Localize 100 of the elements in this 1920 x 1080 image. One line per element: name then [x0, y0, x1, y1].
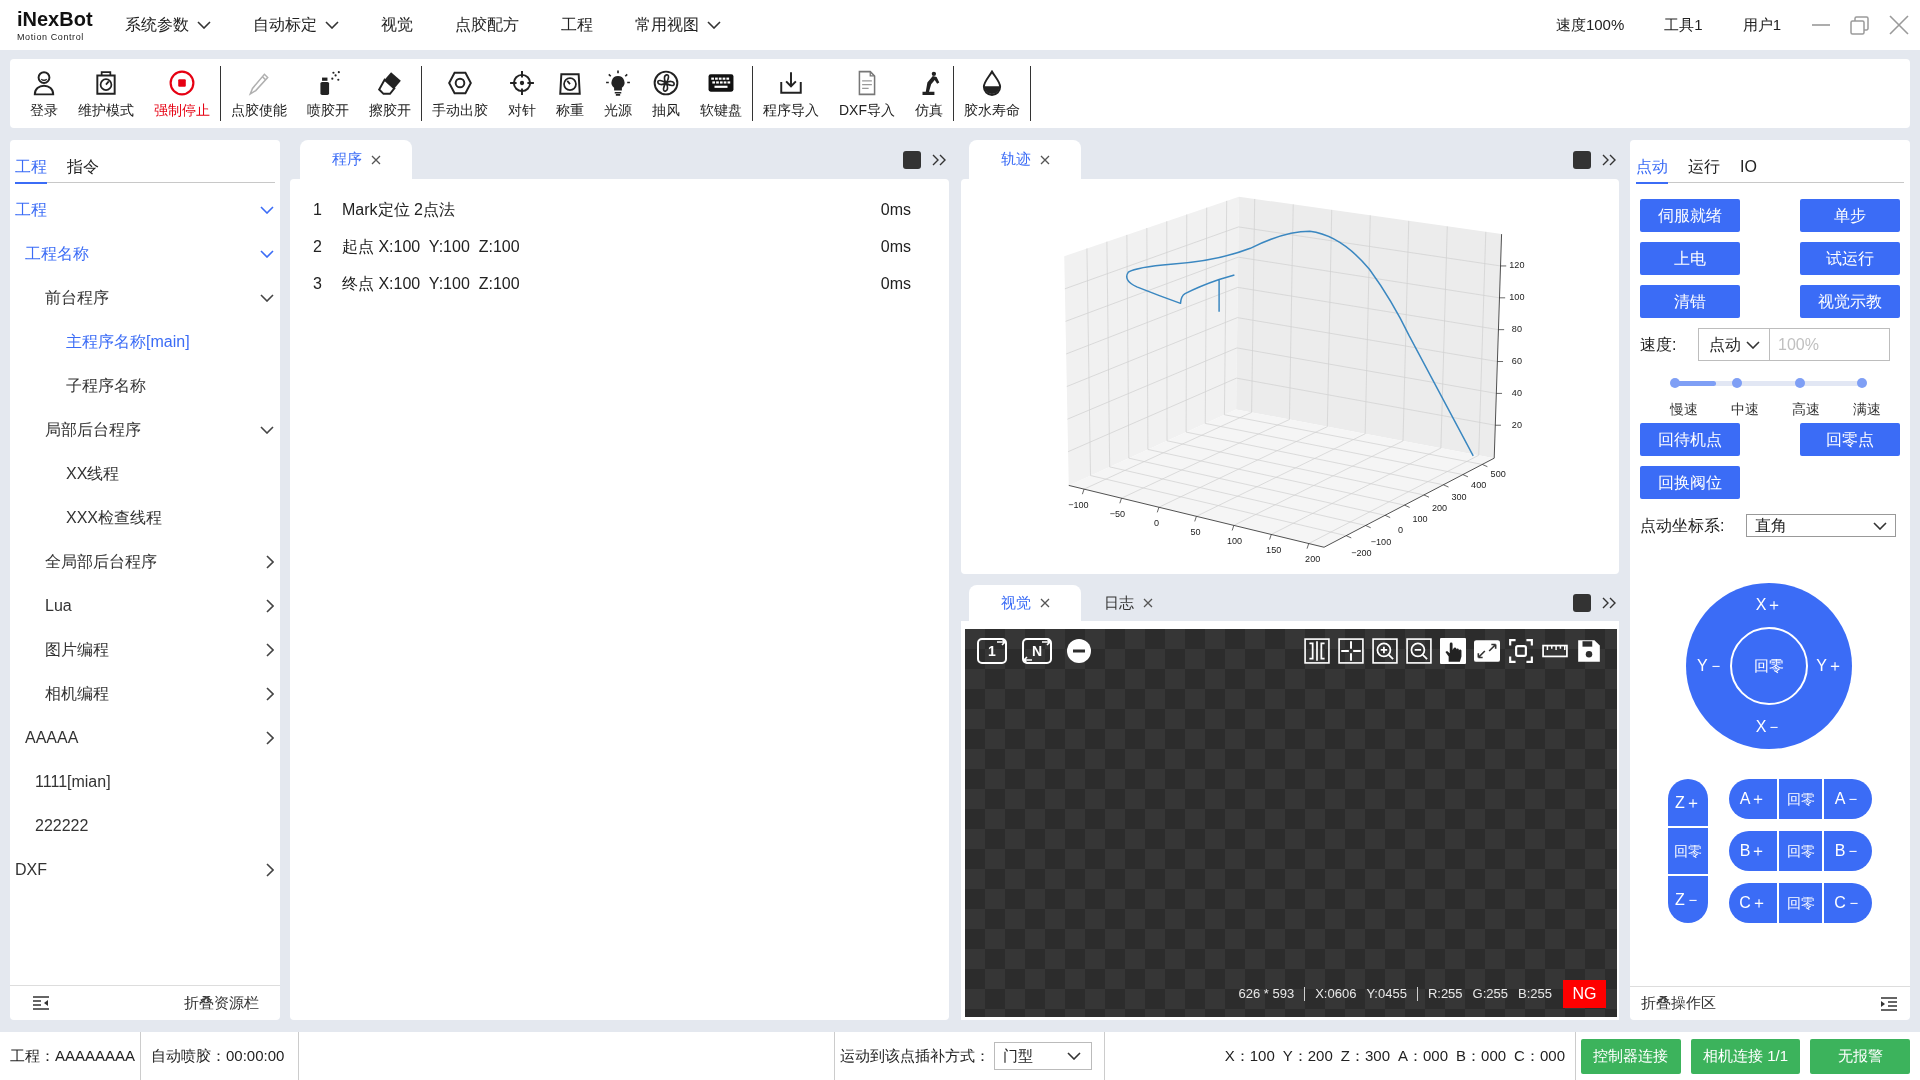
axis-home-button[interactable]: 回零 — [1779, 883, 1822, 923]
chevron-down-icon[interactable] — [260, 206, 274, 214]
column-split-icon[interactable] — [1304, 638, 1330, 664]
axis-jog-button[interactable]: A－ — [1824, 779, 1872, 819]
action-button[interactable]: 试运行 — [1800, 242, 1900, 275]
tab[interactable]: 视觉 — [969, 585, 1081, 621]
tree-item[interactable]: 前台程序 — [10, 276, 280, 320]
interpolation-dropdown[interactable]: 门型 — [994, 1042, 1092, 1070]
toolbar-button[interactable]: 对针 — [498, 59, 546, 128]
toolbar-button[interactable]: 登录 — [20, 59, 68, 128]
tab[interactable]: 工程 — [15, 152, 47, 184]
collapse-button[interactable]: 折叠资源栏 — [184, 991, 259, 1015]
tree-item[interactable]: XX线程 — [10, 452, 280, 496]
toolbar-button[interactable]: 强制停止 — [144, 59, 220, 128]
action-button[interactable]: 单步 — [1800, 199, 1900, 232]
chevron-right-icon[interactable] — [266, 863, 274, 877]
toolbar-button[interactable]: 手动出胶 — [422, 59, 498, 128]
square-icon[interactable] — [903, 150, 921, 169]
tree-item[interactable]: DXF — [10, 848, 280, 892]
hand-icon[interactable] — [1440, 638, 1466, 664]
coordinate-system-dropdown[interactable]: 直角 — [1746, 514, 1896, 537]
chevron-right-icon[interactable] — [266, 643, 274, 657]
tree-item[interactable]: 工程名称 — [10, 232, 280, 276]
jog-button[interactable]: Y－ — [1694, 656, 1727, 676]
toolbar-button[interactable]: 点胶使能 — [221, 59, 297, 128]
toolbar-button[interactable]: 维护模式 — [68, 59, 144, 128]
close-icon[interactable] — [370, 154, 381, 165]
tree-item[interactable]: 子程序名称 — [10, 364, 280, 408]
tree-item[interactable]: XXX检查线程 — [10, 496, 280, 540]
close-icon[interactable] — [1039, 154, 1050, 165]
save-icon[interactable] — [1576, 638, 1602, 664]
toolbar-button[interactable]: 软键盘 — [690, 59, 752, 128]
tree-item[interactable]: 主程序名称[main] — [10, 320, 280, 364]
home-button[interactable]: 回零 — [1730, 627, 1808, 705]
expand-icon[interactable] — [1474, 638, 1500, 664]
tab[interactable]: 程序 — [300, 140, 412, 179]
action-button[interactable]: 伺服就绪 — [1640, 199, 1740, 232]
tab[interactable]: 轨迹 — [969, 140, 1081, 179]
toolbar-button[interactable]: 光源 — [594, 59, 642, 128]
tab[interactable]: 点动 — [1636, 152, 1668, 184]
minus-circle-icon[interactable] — [1067, 639, 1091, 663]
chevron-down-icon[interactable] — [260, 250, 274, 258]
double-chevron-icon[interactable] — [1602, 153, 1616, 166]
close-icon[interactable] — [1039, 598, 1050, 608]
menu-fold-icon[interactable] — [32, 996, 50, 1010]
menu-item[interactable]: 常用视图 — [625, 8, 731, 42]
axis-jog-button[interactable]: C－ — [1824, 883, 1872, 923]
zoom-out-icon[interactable] — [1406, 638, 1432, 664]
tree-item[interactable]: AAAAA — [10, 716, 280, 760]
axis-jog-button[interactable]: Z－ — [1668, 876, 1708, 923]
tab[interactable]: 运行 — [1688, 152, 1720, 184]
tree-item[interactable]: 相机编程 — [10, 672, 280, 716]
axis-home-button[interactable]: 回零 — [1668, 828, 1708, 874]
speed-input[interactable]: 100% — [1770, 328, 1890, 361]
axis-home-button[interactable]: 回零 — [1779, 779, 1822, 819]
tree-item[interactable]: 全局部后台程序 — [10, 540, 280, 584]
axis-jog-button[interactable]: C＋ — [1729, 883, 1777, 923]
jog-button[interactable]: X－ — [1752, 717, 1786, 737]
jog-button[interactable]: X＋ — [1752, 595, 1786, 615]
action-button[interactable]: 上电 — [1640, 242, 1740, 275]
tab[interactable]: IO — [1740, 152, 1757, 184]
capture-button[interactable]: 1 — [977, 638, 1007, 664]
chevron-right-icon[interactable] — [266, 687, 274, 701]
action-button[interactable]: 视觉示教 — [1800, 285, 1900, 318]
double-chevron-icon[interactable] — [1602, 597, 1616, 609]
capture-button[interactable]: N — [1022, 638, 1052, 664]
action-button[interactable]: 回待机点 — [1640, 423, 1740, 456]
toolbar-button[interactable]: 仿真 — [905, 59, 953, 128]
tree-item[interactable]: 工程 — [10, 188, 280, 232]
chevron-right-icon[interactable] — [266, 555, 274, 569]
action-button[interactable]: 回换阀位 — [1640, 466, 1740, 499]
menu-item[interactable]: 自动标定 — [243, 8, 349, 42]
restore-icon[interactable] — [1850, 15, 1869, 35]
menu-item[interactable]: 视觉 — [371, 8, 423, 42]
axis-home-button[interactable]: 回零 — [1779, 831, 1822, 871]
toolbar-button[interactable]: 胶水寿命 — [954, 59, 1030, 128]
axis-jog-button[interactable]: B－ — [1824, 831, 1872, 871]
tree-item[interactable]: 局部后台程序 — [10, 408, 280, 452]
toolbar-button[interactable]: 称重 — [546, 59, 594, 128]
axis-jog-button[interactable]: A＋ — [1729, 779, 1777, 819]
menu-item[interactable]: 点胶配方 — [445, 8, 529, 42]
toolbar-button[interactable]: 程序导入 — [753, 59, 829, 128]
toolbar-button[interactable]: DXF导入 — [829, 59, 905, 128]
speed-mode-dropdown[interactable]: 点动 — [1698, 328, 1770, 361]
toolbar-button[interactable]: 喷胶开 — [297, 59, 359, 128]
collapse-button[interactable]: 折叠操作区 — [1641, 992, 1716, 1015]
tree-item[interactable]: 1111[mian] — [10, 760, 280, 804]
tab[interactable]: 指令 — [67, 152, 99, 184]
chevron-down-icon[interactable] — [260, 426, 274, 434]
zoom-in-icon[interactable] — [1372, 638, 1398, 664]
chevron-down-icon[interactable] — [260, 294, 274, 302]
action-button[interactable]: 清错 — [1640, 285, 1740, 318]
jog-button[interactable]: Y＋ — [1813, 656, 1846, 676]
chevron-right-icon[interactable] — [266, 731, 274, 745]
menu-item[interactable]: 系统参数 — [115, 8, 221, 42]
square-icon[interactable] — [1573, 150, 1591, 169]
toolbar-button[interactable]: 抽风 — [642, 59, 690, 128]
axis-jog-button[interactable]: Z＋ — [1668, 779, 1708, 826]
focus-icon[interactable] — [1508, 638, 1534, 664]
chevron-right-icon[interactable] — [266, 599, 274, 613]
